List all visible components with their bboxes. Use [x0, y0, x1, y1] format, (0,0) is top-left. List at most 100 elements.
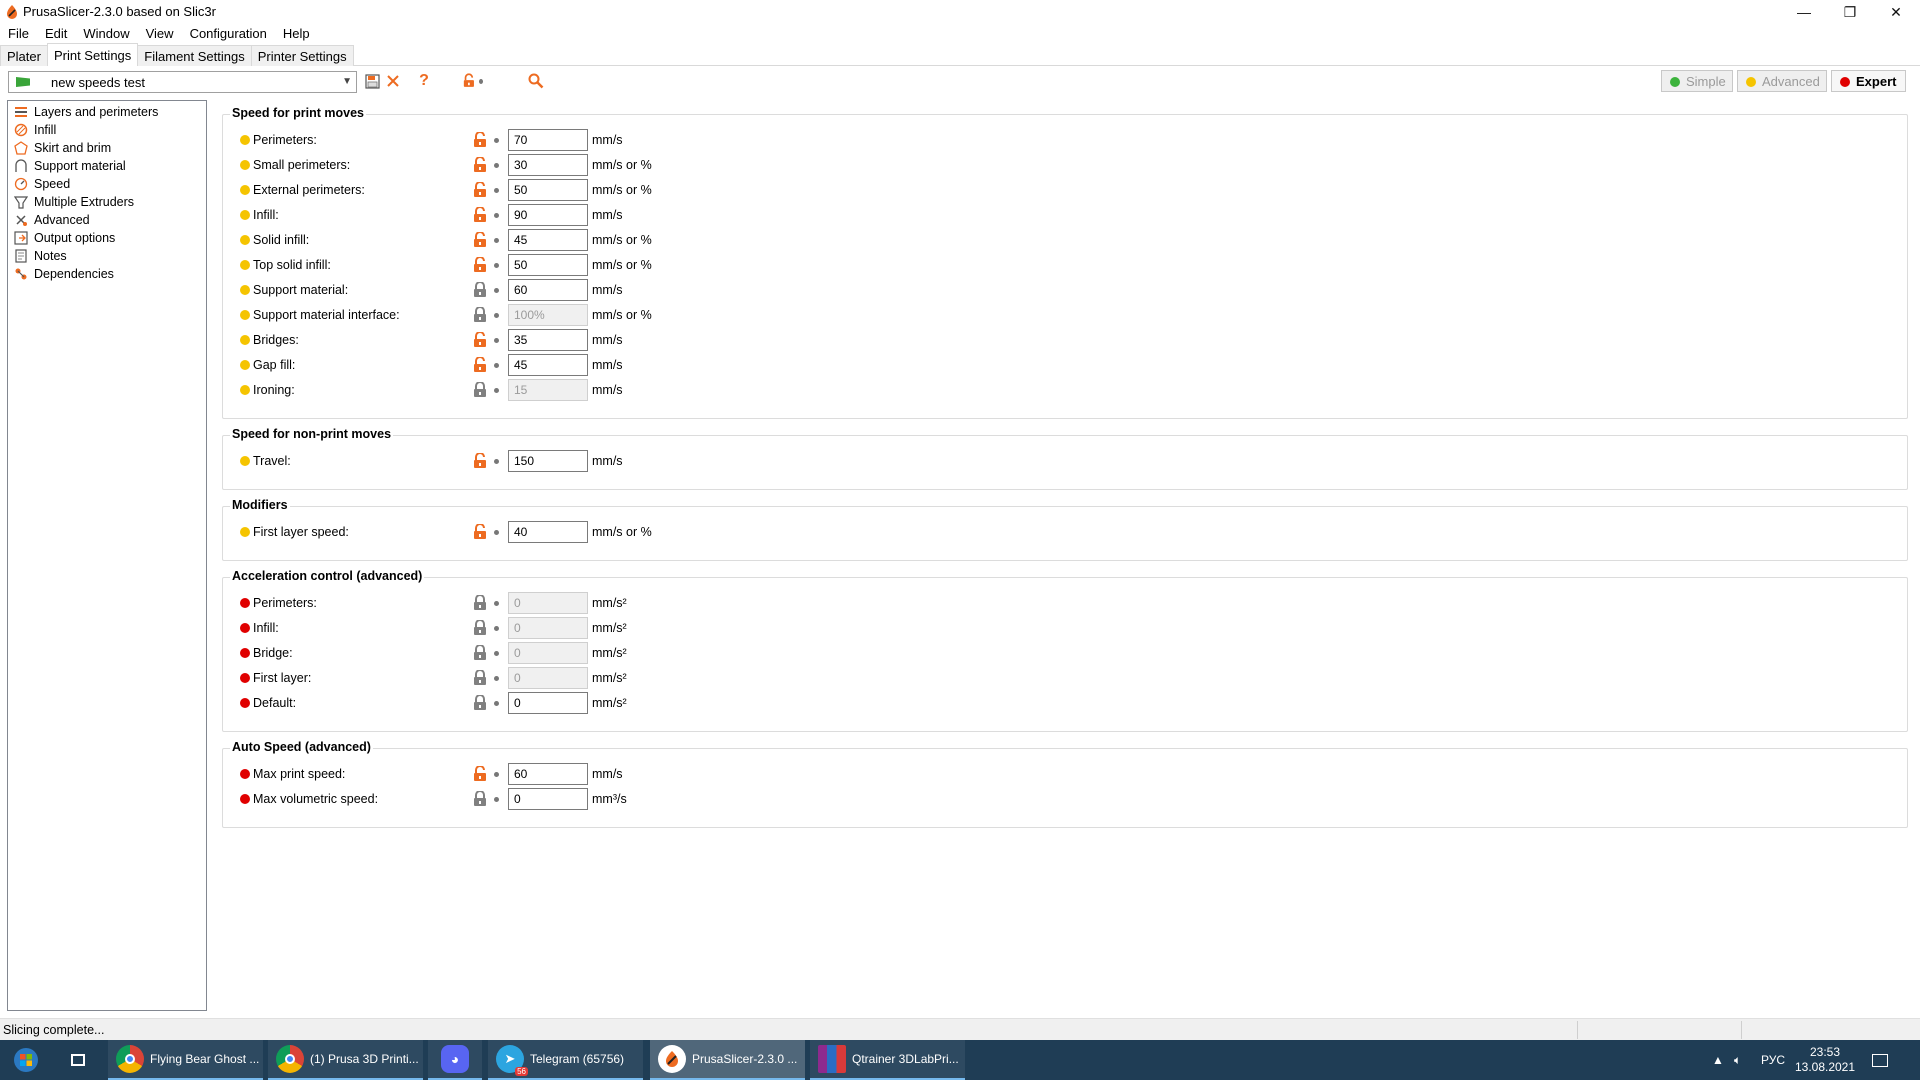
taskbar-item-chrome-2[interactable]: (1) Prusa 3D Printi... — [268, 1040, 423, 1080]
system-value-icon[interactable] — [494, 163, 499, 168]
menu-configuration[interactable]: Configuration — [182, 24, 275, 44]
task-view-button[interactable] — [56, 1040, 100, 1080]
unlocked-icon[interactable] — [473, 524, 487, 540]
volume-button[interactable]: 🔈︎ — [1734, 1040, 1741, 1080]
system-value-icon[interactable] — [494, 388, 499, 393]
taskbar-item-prusaslicer[interactable]: PrusaSlicer-2.3.0 ... — [650, 1040, 805, 1080]
system-value-icon[interactable] — [494, 313, 499, 318]
lock-icon[interactable] — [473, 620, 487, 636]
tab-print-settings[interactable]: Print Settings — [46, 43, 139, 66]
setting-value-input[interactable]: 35 — [508, 329, 588, 351]
tray-overflow-button[interactable]: ▲ — [1712, 1040, 1724, 1080]
system-value-icon[interactable] — [494, 213, 499, 218]
system-value-icon[interactable] — [494, 263, 499, 268]
system-value-icon[interactable] — [494, 530, 499, 535]
setting-value-input[interactable]: 60 — [508, 763, 588, 785]
taskbar-item-winrar[interactable]: Qtrainer 3DLabPri... — [810, 1040, 965, 1080]
language-indicator[interactable]: РУС — [1761, 1040, 1785, 1080]
menu-edit[interactable]: Edit — [37, 24, 75, 44]
setting-value-input[interactable]: 50 — [508, 179, 588, 201]
mode-simple-button[interactable]: Simple — [1661, 70, 1733, 92]
unlocked-icon[interactable] — [473, 766, 487, 782]
tree-item-support[interactable]: Support material — [8, 157, 206, 175]
unlocked-icon[interactable] — [473, 207, 487, 223]
lock-icon[interactable] — [473, 791, 487, 807]
tree-item-notes[interactable]: Notes — [8, 247, 206, 265]
setting-value-input[interactable]: 30 — [508, 154, 588, 176]
tree-item-layers[interactable]: Layers and perimeters — [8, 103, 206, 121]
setting-value-input[interactable]: 45 — [508, 229, 588, 251]
lock-icon[interactable] — [473, 595, 487, 611]
unlocked-icon[interactable] — [473, 132, 487, 148]
notifications-button[interactable] — [1868, 1040, 1892, 1080]
save-preset-button[interactable] — [362, 70, 382, 92]
tab-printer-settings[interactable]: Printer Settings — [250, 45, 354, 66]
system-value-icon[interactable] — [494, 459, 499, 464]
lock-icon[interactable] — [473, 382, 487, 398]
tree-item-infill[interactable]: Infill — [8, 121, 206, 139]
tree-item-extruders[interactable]: Multiple Extruders — [8, 193, 206, 211]
close-button[interactable]: ✕ — [1873, 0, 1919, 24]
unlocked-icon[interactable] — [473, 332, 487, 348]
unlocked-icon[interactable] — [473, 182, 487, 198]
tree-item-output[interactable]: Output options — [8, 229, 206, 247]
setting-value-input[interactable]: 45 — [508, 354, 588, 376]
taskbar-item-chrome-1[interactable]: Flying Bear Ghost ... — [108, 1040, 263, 1080]
menu-help[interactable]: Help — [275, 24, 318, 44]
system-value-icon[interactable] — [494, 601, 499, 606]
tree-item-speed[interactable]: Speed — [8, 175, 206, 193]
unlocked-icon[interactable] — [473, 157, 487, 173]
help-button[interactable]: ? — [414, 70, 434, 92]
lock-icon[interactable] — [473, 307, 487, 323]
system-value-icon[interactable] — [494, 188, 499, 193]
menu-view[interactable]: View — [138, 24, 182, 44]
system-value-icon[interactable] — [494, 772, 499, 777]
setting-value-input[interactable]: 60 — [508, 279, 588, 301]
menu-window[interactable]: Window — [75, 24, 137, 44]
setting-value-input[interactable]: 40 — [508, 521, 588, 543]
lock-icon[interactable] — [473, 645, 487, 661]
lock-icon[interactable] — [473, 282, 487, 298]
mode-expert-button[interactable]: Expert — [1831, 70, 1906, 92]
mode-advanced-button[interactable]: Advanced — [1737, 70, 1827, 92]
setting-value-input[interactable]: 50 — [508, 254, 588, 276]
tree-item-skirt[interactable]: Skirt and brim — [8, 139, 206, 157]
setting-value-input[interactable]: 0 — [508, 692, 588, 714]
lock-icon[interactable] — [473, 695, 487, 711]
lock-icon[interactable] — [473, 670, 487, 686]
preset-selector[interactable]: new speeds test ▼ — [8, 71, 357, 93]
setting-value-input[interactable]: 90 — [508, 204, 588, 226]
unlocked-icon[interactable] — [473, 257, 487, 273]
system-value-icon[interactable] — [494, 288, 499, 293]
system-value-icon[interactable] — [494, 138, 499, 143]
system-value-icon[interactable] — [494, 238, 499, 243]
tree-item-dependencies[interactable]: Dependencies — [8, 265, 206, 283]
system-value-icon[interactable] — [494, 626, 499, 631]
system-value-icon[interactable] — [494, 797, 499, 802]
clock[interactable]: 23:53 13.08.2021 — [1795, 1040, 1855, 1080]
setting-value-input[interactable]: 0 — [508, 788, 588, 810]
tree-item-advanced[interactable]: Advanced — [8, 211, 206, 229]
setting-value-input[interactable]: 70 — [508, 129, 588, 151]
taskbar-item-telegram[interactable]: ➤ 56 Telegram (65756) — [488, 1040, 643, 1080]
tab-filament-settings[interactable]: Filament Settings — [137, 45, 252, 66]
restore-button[interactable]: ❐ — [1827, 0, 1873, 24]
minimize-button[interactable]: — — [1781, 0, 1827, 24]
compare-button[interactable] — [463, 70, 483, 92]
system-value-icon[interactable] — [494, 651, 499, 656]
setting-unit: mm/s — [592, 454, 623, 468]
unlocked-icon[interactable] — [473, 232, 487, 248]
start-button[interactable] — [0, 1040, 52, 1080]
system-value-icon[interactable] — [494, 676, 499, 681]
menu-file[interactable]: File — [0, 24, 37, 44]
system-value-icon[interactable] — [494, 338, 499, 343]
delete-preset-button[interactable] — [383, 70, 403, 92]
taskbar-item-discord[interactable]: ◕ — [428, 1040, 482, 1080]
system-value-icon[interactable] — [494, 363, 499, 368]
system-value-icon[interactable] — [494, 701, 499, 706]
unlocked-icon[interactable] — [473, 453, 487, 469]
search-button[interactable] — [526, 70, 546, 92]
setting-value-input[interactable]: 150 — [508, 450, 588, 472]
unlocked-icon[interactable] — [473, 357, 487, 373]
tab-plater[interactable]: Plater — [0, 45, 48, 66]
